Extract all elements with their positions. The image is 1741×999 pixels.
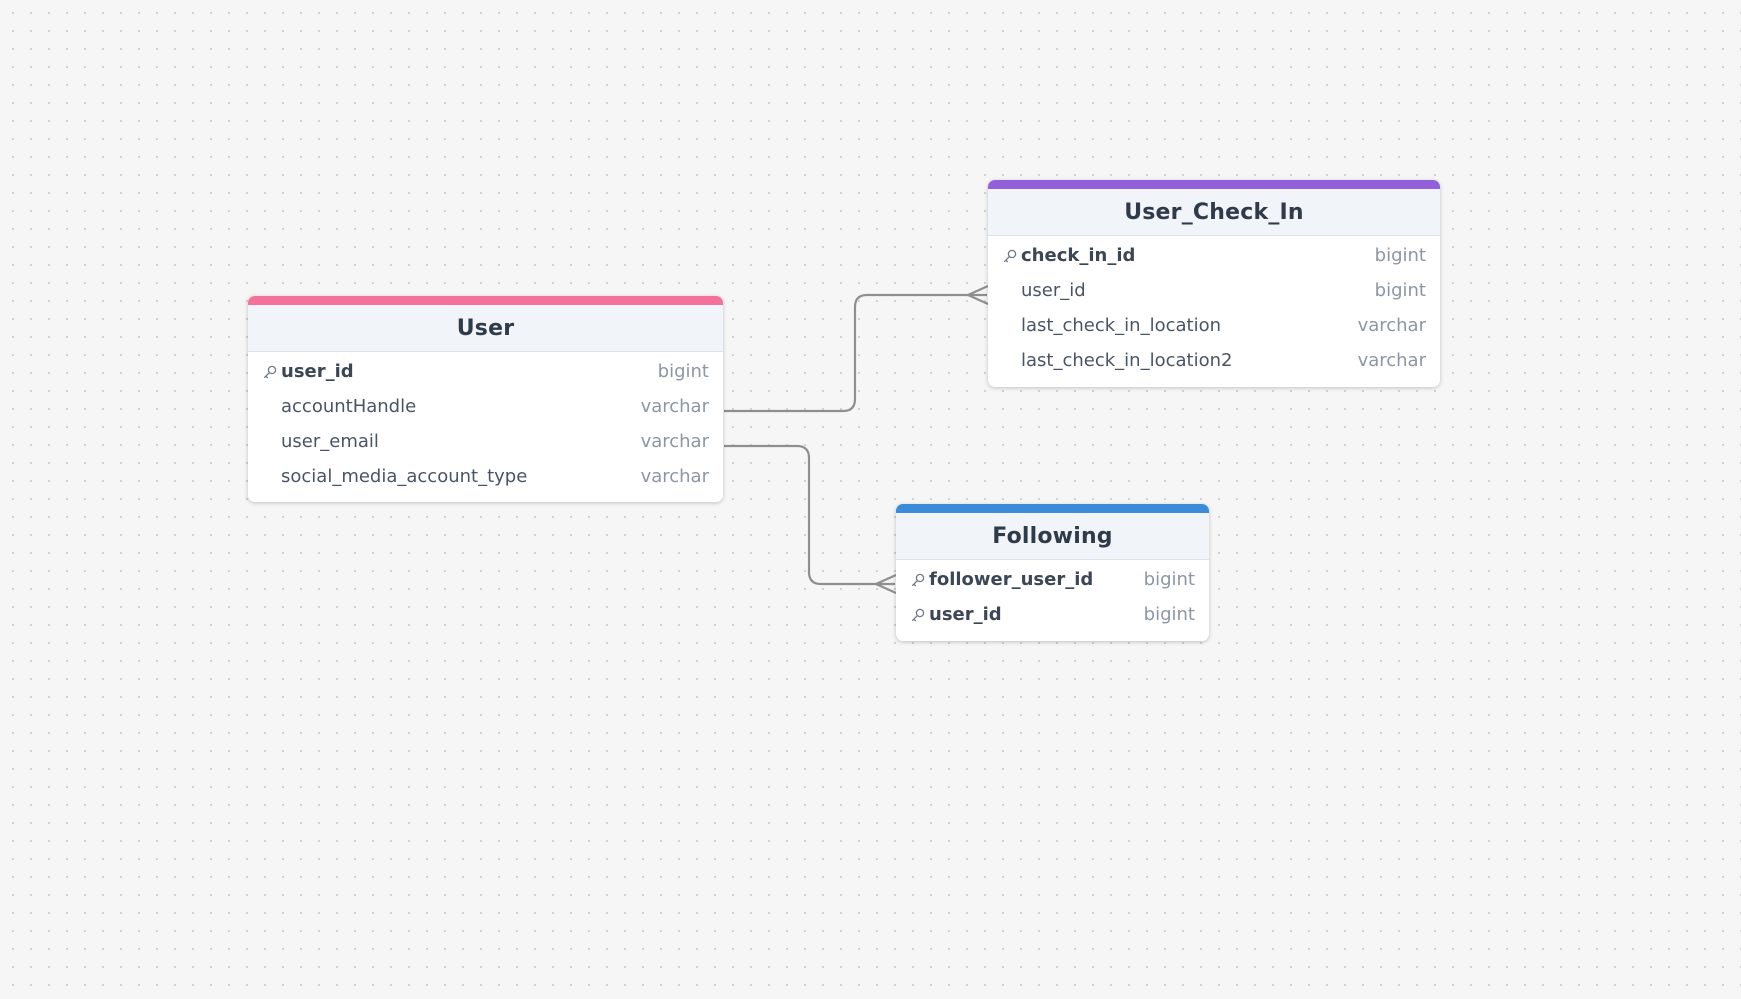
field-type: varchar bbox=[1357, 350, 1426, 371]
field-row-follower-user-id[interactable]: follower_user_id bigint bbox=[896, 562, 1209, 597]
field-type: varchar bbox=[640, 431, 709, 452]
key-icon bbox=[1000, 246, 1020, 266]
field-row-user-email[interactable]: user_email varchar bbox=[248, 424, 723, 459]
field-type: varchar bbox=[640, 396, 709, 417]
diagram-canvas[interactable]: User user_id bigint accountHandle varcha… bbox=[0, 0, 1741, 999]
field-row-user-id[interactable]: user_id bigint bbox=[248, 354, 723, 389]
table-color-bar bbox=[988, 180, 1440, 189]
field-row-check-in-id[interactable]: check_in_id bigint bbox=[988, 238, 1440, 273]
field-type: varchar bbox=[1357, 315, 1426, 336]
field-list: follower_user_id bigint user_id bigint bbox=[896, 560, 1209, 632]
field-row-last-check-in-location[interactable]: last_check_in_location varchar bbox=[988, 308, 1440, 343]
field-name: accountHandle bbox=[281, 396, 417, 417]
relationship-user-to-following[interactable] bbox=[724, 444, 897, 595]
field-name: check_in_id bbox=[1021, 245, 1136, 266]
field-name: user_id bbox=[929, 604, 1002, 625]
field-name: social_media_account_type bbox=[281, 466, 528, 487]
field-name: last_check_in_location2 bbox=[1021, 350, 1233, 371]
connector-line[interactable] bbox=[724, 444, 895, 586]
table-header[interactable]: User_Check_In bbox=[988, 189, 1440, 236]
field-type: varchar bbox=[640, 466, 709, 487]
field-name: last_check_in_location bbox=[1021, 315, 1221, 336]
field-type: bigint bbox=[1374, 280, 1426, 301]
field-name: user_id bbox=[1021, 280, 1086, 301]
table-title: Following bbox=[992, 523, 1113, 549]
table-title: User_Check_In bbox=[1124, 199, 1304, 225]
field-row-social-media-account-type[interactable]: social_media_account_type varchar bbox=[248, 459, 723, 494]
field-type: bigint bbox=[1143, 569, 1195, 590]
field-row-user-id[interactable]: user_id bigint bbox=[896, 597, 1209, 632]
field-type: bigint bbox=[1374, 245, 1426, 266]
connector-line[interactable] bbox=[724, 293, 987, 413]
field-type: bigint bbox=[657, 361, 709, 382]
table-user-check-in[interactable]: User_Check_In check_in_id bigint user_id… bbox=[988, 180, 1440, 387]
table-user[interactable]: User user_id bigint accountHandle varcha… bbox=[248, 296, 723, 502]
key-icon bbox=[908, 605, 928, 625]
table-color-bar bbox=[248, 296, 723, 305]
crow-foot-many-icon bbox=[875, 573, 897, 595]
relationship-user-to-user-check-in[interactable] bbox=[724, 284, 989, 413]
table-header[interactable]: User bbox=[248, 305, 723, 352]
crow-foot-many-icon bbox=[967, 284, 989, 306]
field-list: check_in_id bigint user_id bigint last_c… bbox=[988, 236, 1440, 378]
field-type: bigint bbox=[1143, 604, 1195, 625]
field-name: user_id bbox=[281, 361, 354, 382]
table-color-bar bbox=[896, 504, 1209, 513]
field-list: user_id bigint accountHandle varchar use… bbox=[248, 352, 723, 494]
field-name: follower_user_id bbox=[929, 569, 1094, 590]
field-row-last-check-in-location2[interactable]: last_check_in_location2 varchar bbox=[988, 343, 1440, 378]
field-row-user-id[interactable]: user_id bigint bbox=[988, 273, 1440, 308]
field-name: user_email bbox=[281, 431, 379, 452]
key-icon bbox=[908, 570, 928, 590]
table-title: User bbox=[456, 315, 515, 341]
key-icon bbox=[260, 362, 280, 382]
table-header[interactable]: Following bbox=[896, 513, 1209, 560]
table-following[interactable]: Following follower_user_id bigint user_i… bbox=[896, 504, 1209, 641]
field-row-account-handle[interactable]: accountHandle varchar bbox=[248, 389, 723, 424]
